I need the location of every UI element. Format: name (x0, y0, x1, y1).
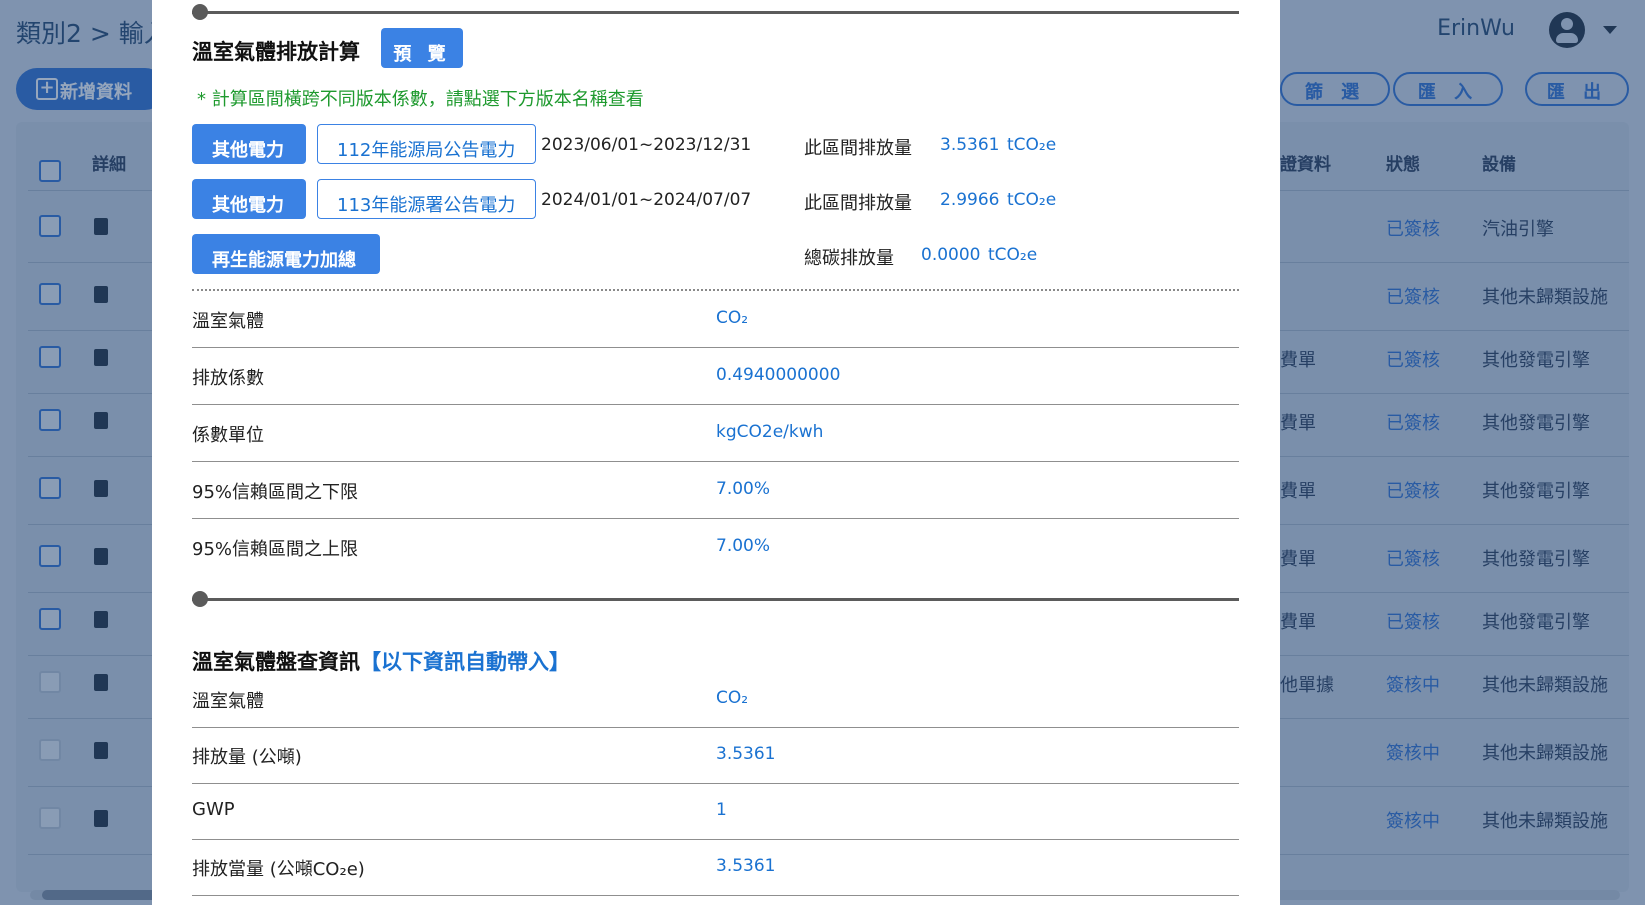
slider-handle[interactable] (192, 591, 208, 607)
field-divider (192, 518, 1239, 519)
calc-field-label: 係數單位 (192, 425, 264, 446)
inventory-section-title: 溫室氣體盤查資訊【以下資訊自動帶入】 (192, 646, 570, 676)
period-emission-value-2: 2.9966 (940, 190, 1000, 210)
field-divider (192, 347, 1239, 348)
calc-field-value: kgCO2e/kwh (716, 422, 824, 442)
inventory-field-value: CO₂ (716, 688, 749, 708)
field-divider (192, 404, 1239, 405)
period-range-2: 2024/01/01~2024/07/07 (541, 190, 752, 210)
total-emission-label: 總碳排放量 (804, 248, 894, 269)
period-emission-value-1: 3.5361 (940, 135, 1000, 155)
renewable-total-button[interactable]: 再生能源電力加總 (192, 234, 380, 274)
slider-handle[interactable] (192, 4, 208, 20)
period-emission-label-2: 此區間排放量 (804, 193, 912, 214)
version-note: * 計算區間橫跨不同版本係數，請點選下方版本名稱查看 (197, 89, 644, 110)
calc-field-label: 排放係數 (192, 368, 264, 389)
section-divider (192, 289, 1239, 291)
period-emission-label-1: 此區間排放量 (804, 138, 912, 159)
calc-field-label: 95%信賴區間之下限 (192, 482, 359, 503)
field-divider (192, 839, 1239, 840)
period-emission-unit-2: tCO₂e (1007, 190, 1057, 210)
field-divider (192, 783, 1239, 784)
preview-button[interactable]: 預 覽 (381, 28, 463, 68)
calc-field-value: 7.00% (716, 479, 771, 499)
calc-field-value: 7.00% (716, 536, 771, 556)
inventory-title-text: 溫室氣體盤查資訊 (192, 650, 360, 674)
period-emission-unit-1: tCO₂e (1007, 135, 1057, 155)
total-emission-unit: tCO₂e (988, 245, 1038, 265)
calc-field-label: 溫室氣體 (192, 311, 264, 332)
calc-field-label: 95%信賴區間之上限 (192, 539, 359, 560)
field-divider (192, 895, 1239, 896)
calc-field-value: CO₂ (716, 308, 749, 328)
inventory-field-label: 溫室氣體 (192, 691, 264, 712)
inventory-field-label: 排放量 (公噸) (192, 747, 302, 768)
other-power-button-2[interactable]: 其他電力 (192, 179, 306, 219)
inventory-field-label: 排放當量 (公噸CO₂e) (192, 859, 365, 880)
middle-slider[interactable] (192, 591, 1239, 607)
inventory-field-value: 3.5361 (716, 744, 776, 764)
period-range-1: 2023/06/01~2023/12/31 (541, 135, 752, 155)
calc-section-title: 溫室氣體排放計算 (192, 40, 360, 64)
total-emission-value: 0.0000 (921, 245, 981, 265)
inventory-field-value: 3.5361 (716, 856, 776, 876)
field-divider (192, 461, 1239, 462)
inventory-field-value: 1 (716, 800, 727, 820)
emission-calc-modal: 溫室氣體排放計算 預 覽 * 計算區間橫跨不同版本係數，請點選下方版本名稱查看 … (152, 0, 1280, 905)
inventory-field-label: GWP (192, 799, 235, 820)
version-112-button[interactable]: 112年能源局公告電力 (317, 124, 536, 164)
version-113-button[interactable]: 113年能源署公告電力 (317, 179, 536, 219)
field-divider (192, 727, 1239, 728)
top-slider[interactable] (192, 4, 1239, 20)
calc-field-value: 0.4940000000 (716, 365, 841, 385)
other-power-button-1[interactable]: 其他電力 (192, 124, 306, 164)
inventory-title-highlight: 【以下資訊自動帶入】 (360, 650, 570, 674)
